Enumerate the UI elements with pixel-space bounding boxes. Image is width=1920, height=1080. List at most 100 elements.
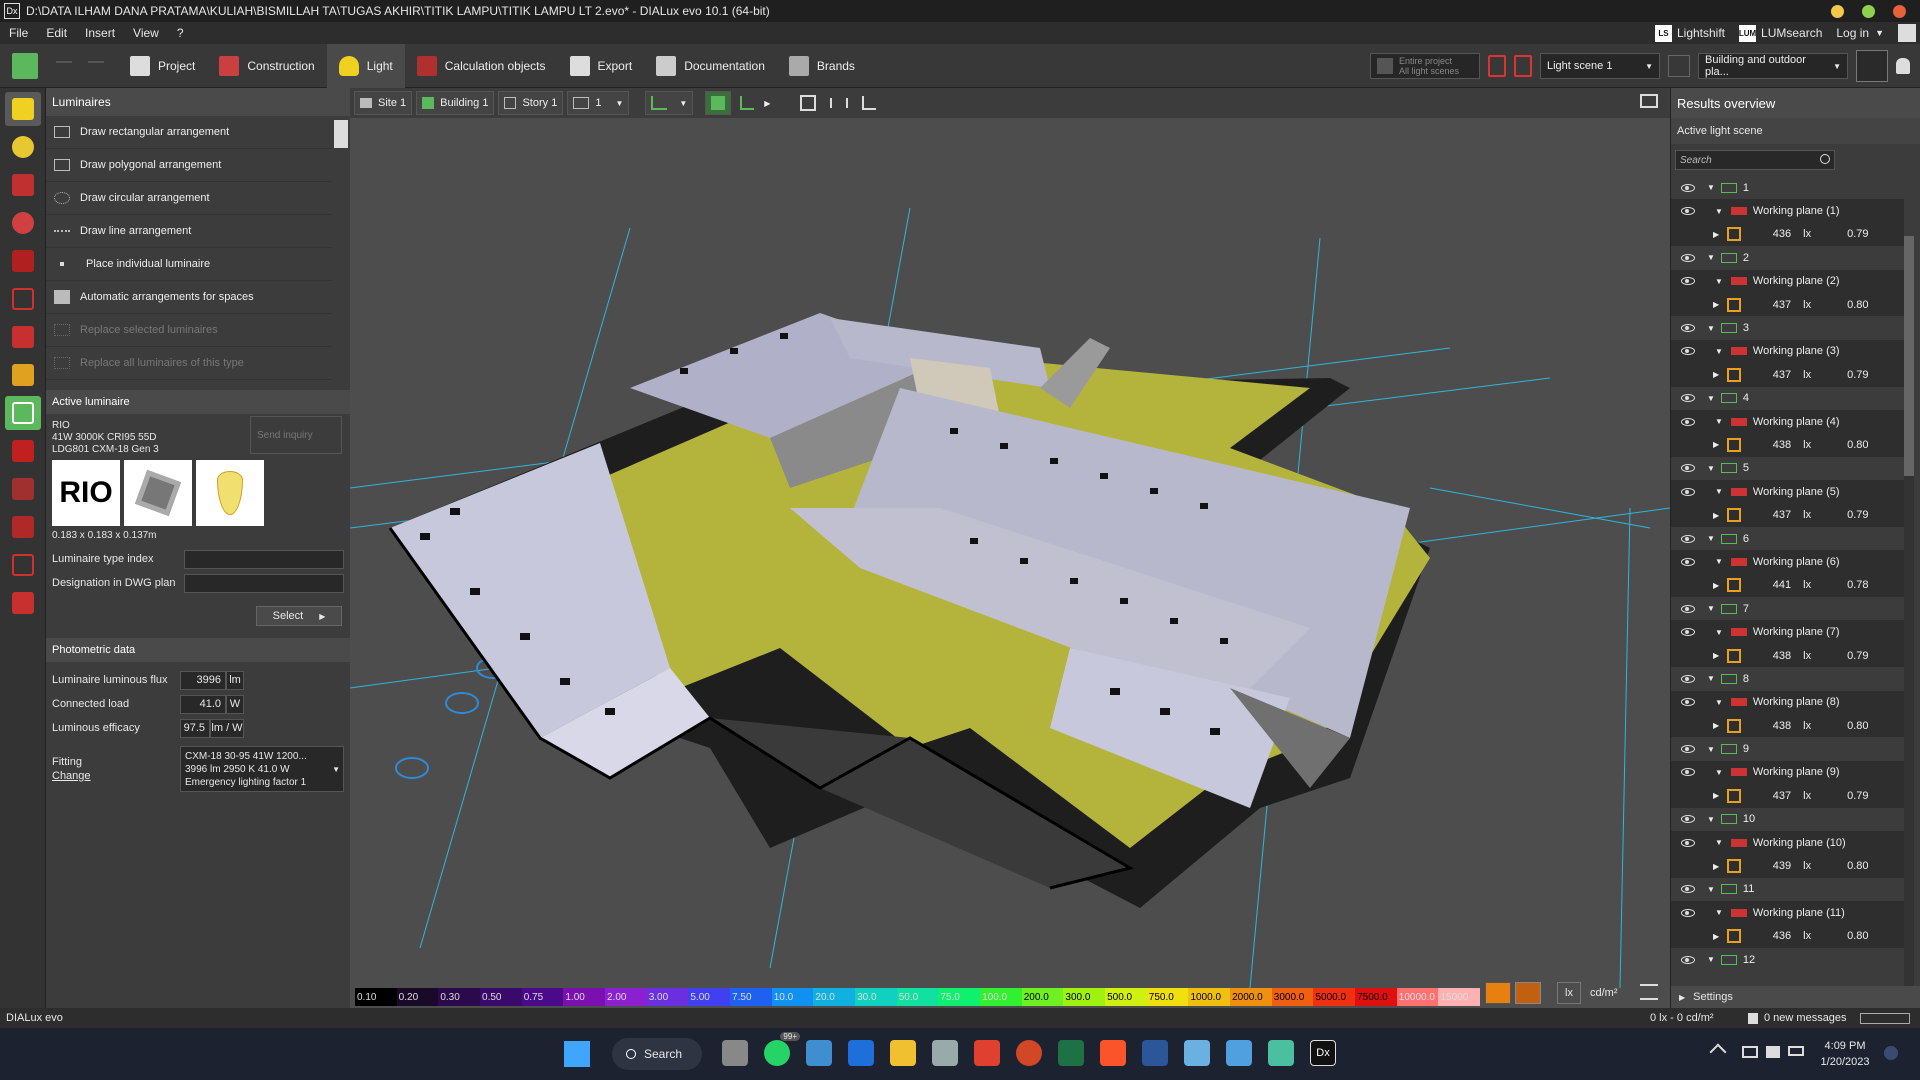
menu-help[interactable]: ?: [168, 26, 193, 40]
light-scene-dropdown[interactable]: Light scene 1 ▼: [1540, 53, 1660, 79]
building-selector[interactable]: Building 1: [416, 91, 495, 115]
results-search-input[interactable]: Search: [1675, 150, 1835, 170]
delete-results-icon[interactable]: [1488, 55, 1506, 77]
result-plane-row[interactable]: ▼ Working plane (7): [1671, 620, 1904, 644]
defender-icon[interactable]: [848, 1040, 874, 1066]
result-value-row[interactable]: ▶ 438 lx 0.80: [1671, 713, 1904, 738]
save-icon[interactable]: [12, 52, 38, 79]
result-story-row[interactable]: ▼ 9: [1671, 737, 1904, 760]
rail-layers[interactable]: [5, 358, 41, 392]
3d-viewport[interactable]: Site 1 Building 1 Story 1 1 ▼ ▼ ▶: [350, 88, 1670, 1008]
result-plane-row[interactable]: ▼ Working plane (8): [1671, 690, 1904, 714]
dwg-designation-input[interactable]: [184, 573, 344, 593]
send-inquiry-button[interactable]: Send inquiry: [250, 416, 342, 454]
visibility-eye-icon[interactable]: [1681, 534, 1695, 543]
result-story-row[interactable]: ▼ 7: [1671, 597, 1904, 620]
draw-line-arrangement[interactable]: Draw line arrangement: [46, 215, 332, 248]
menu-insert[interactable]: Insert: [76, 26, 124, 40]
building-outdoor-dropdown[interactable]: Building and outdoor pla... ▼: [1698, 53, 1848, 79]
result-value-row[interactable]: ▶ 437 lx 0.80: [1671, 292, 1904, 317]
tab-export[interactable]: Export: [558, 44, 645, 88]
zoom-extents-button[interactable]: [795, 91, 821, 115]
visibility-eye-icon[interactable]: [1681, 417, 1695, 426]
lightshift-link[interactable]: LS Lightshift: [1654, 24, 1725, 42]
visibility-eye-icon[interactable]: [1681, 277, 1695, 286]
task-view-icon[interactable]: [722, 1040, 748, 1066]
isolines-toggle-icon[interactable]: [1515, 982, 1541, 1004]
rail-tools[interactable]: [5, 320, 41, 354]
result-value-row[interactable]: ▶ 436 lx 0.80: [1671, 924, 1904, 948]
result-story-row[interactable]: ▼ 3: [1671, 316, 1904, 339]
rail-scene[interactable]: [5, 396, 41, 430]
dialux-taskbar-icon[interactable]: Dx: [1310, 1040, 1336, 1066]
result-story-row[interactable]: ▼ 10: [1671, 808, 1904, 831]
bell-icon[interactable]: [1896, 58, 1910, 74]
unit-lx-button[interactable]: lx: [1557, 982, 1581, 1004]
user-avatar-icon[interactable]: [1898, 24, 1916, 42]
result-plane-row[interactable]: ▼ Working plane (5): [1671, 480, 1904, 504]
rail-arrange[interactable]: [5, 586, 41, 620]
place-individual-luminaire[interactable]: Place individual luminaire: [46, 248, 332, 281]
entire-project-dropdown[interactable]: Entire project All light scenes: [1370, 53, 1480, 79]
visibility-eye-icon[interactable]: [1681, 464, 1695, 473]
visibility-eye-icon[interactable]: [1681, 557, 1695, 566]
result-plane-row[interactable]: ▼ Working plane (11): [1671, 901, 1904, 925]
level-selector[interactable]: 1 ▼: [567, 91, 630, 115]
false-color-toggle-icon[interactable]: [1485, 982, 1511, 1004]
automatic-arrangements[interactable]: Automatic arrangements for spaces: [46, 281, 332, 314]
whatsapp-icon[interactable]: 99+: [764, 1032, 800, 1066]
visibility-eye-icon[interactable]: [1681, 955, 1695, 964]
result-story-row[interactable]: ▼ 11: [1671, 878, 1904, 901]
visibility-eye-icon[interactable]: [1681, 674, 1695, 683]
undo-icon[interactable]: [56, 60, 72, 71]
select-luminaire-button[interactable]: Select ▶: [256, 606, 342, 626]
menu-file[interactable]: File: [0, 26, 37, 40]
visibility-eye-icon[interactable]: [1681, 604, 1695, 613]
result-plane-row[interactable]: ▼ Working plane (6): [1671, 550, 1904, 574]
monitor-icon[interactable]: [1640, 94, 1658, 108]
rail-door[interactable]: [5, 510, 41, 544]
result-plane-row[interactable]: ▼ Working plane (1): [1671, 199, 1904, 223]
pdf-reader-icon[interactable]: [974, 1040, 1000, 1066]
result-story-row[interactable]: ▼ 5: [1671, 457, 1904, 480]
visibility-eye-icon[interactable]: [1681, 838, 1695, 847]
notifications-icon[interactable]: [1884, 1046, 1898, 1060]
result-value-row[interactable]: ▶ 436 lx 0.79: [1671, 222, 1904, 247]
rail-lightbulb[interactable]: [5, 130, 41, 164]
rail-pipe[interactable]: [5, 472, 41, 506]
photos-icon[interactable]: [1268, 1040, 1294, 1066]
menu-edit[interactable]: Edit: [37, 26, 76, 40]
3d-model-render[interactable]: [350, 88, 1670, 1008]
result-story-row[interactable]: ▼ 6: [1671, 527, 1904, 550]
type-index-input[interactable]: [184, 549, 344, 569]
file-explorer-icon[interactable]: [890, 1040, 916, 1066]
result-story-row[interactable]: ▼ 4: [1671, 387, 1904, 410]
result-plane-row[interactable]: ▼ Working plane (9): [1671, 760, 1904, 785]
unit-cd-button[interactable]: cd/m²: [1590, 982, 1626, 1004]
visibility-eye-icon[interactable]: [1681, 324, 1695, 333]
maximize-button[interactable]: [1862, 4, 1875, 18]
tab-construction[interactable]: Construction: [207, 44, 326, 88]
plan-view-button[interactable]: ▼: [645, 91, 694, 115]
replace-all-luminaires[interactable]: Replace all luminaires of this type: [46, 347, 332, 380]
word-icon[interactable]: [1142, 1040, 1168, 1066]
visibility-eye-icon[interactable]: [1681, 768, 1695, 777]
visibility-eye-icon[interactable]: [1681, 253, 1695, 262]
redo-icon[interactable]: [88, 60, 104, 71]
result-plane-row[interactable]: ▼ Working plane (2): [1671, 269, 1904, 293]
draw-circular-arrangement[interactable]: Draw circular arrangement: [46, 182, 332, 215]
result-story-row[interactable]: ▼ 8: [1671, 667, 1904, 690]
result-story-row[interactable]: ▼ 12: [1671, 948, 1904, 966]
settings-section[interactable]: ▶ Settings: [1671, 986, 1920, 1008]
rail-rooms[interactable]: [5, 282, 41, 316]
tab-brands[interactable]: Brands: [777, 44, 867, 88]
powerpoint-icon[interactable]: [1016, 1040, 1042, 1066]
draw-rectangular-arrangement[interactable]: Draw rectangular arrangement: [46, 116, 332, 149]
rail-measure[interactable]: [5, 244, 41, 278]
result-value-row[interactable]: ▶ 439 lx 0.80: [1671, 854, 1904, 878]
visibility-eye-icon[interactable]: [1681, 183, 1695, 192]
rail-emergency[interactable]: [5, 168, 41, 202]
result-value-row[interactable]: ▶ 438 lx 0.79: [1671, 643, 1904, 668]
fitting-dropdown[interactable]: CXM-18 30-95 41W 1200... 3996 lm 2950 K …: [180, 746, 344, 792]
tab-documentation[interactable]: Documentation: [644, 44, 777, 88]
